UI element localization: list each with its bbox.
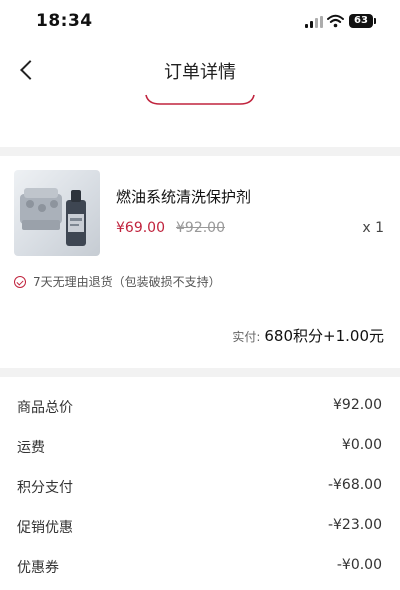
nav-bar: 订单详情 [0, 44, 400, 96]
section-divider [0, 147, 400, 156]
summary-row-shipping: 运费 ¥0.00 [0, 427, 400, 467]
summary-value: -¥68.00 [327, 477, 382, 493]
section-divider [0, 368, 400, 377]
paid-label: 实付: [232, 330, 261, 344]
header-arc-decoration [145, 94, 255, 105]
summary-row-coupon: 优惠券 -¥0.00 [0, 547, 400, 587]
summary-value: -¥23.00 [327, 517, 382, 533]
battery-icon: 63 [349, 14, 376, 28]
order-detail-page: 18:34 63 订单详情 燃油系统清洗保护剂 ¥69.00 ¥92.00 x … [0, 0, 400, 590]
product-name[interactable]: 燃油系统清洗保护剂 [116, 186, 251, 207]
summary-label: 商品总价 [17, 400, 73, 416]
quantity: x 1 [362, 220, 384, 236]
status-bar: 18:34 63 [0, 0, 400, 44]
summary-value: ¥92.00 [333, 397, 382, 413]
check-circle-icon [14, 276, 26, 288]
status-time: 18:34 [36, 11, 93, 31]
summary-value: ¥0.00 [341, 437, 382, 453]
engine-bottle-icon [20, 188, 86, 246]
summary-row-points: 积分支付 -¥68.00 [0, 467, 400, 507]
wifi-icon [327, 13, 344, 28]
summary-label: 优惠券 [17, 560, 59, 576]
page-title: 订单详情 [164, 62, 236, 83]
paid-amount: 实付: 680积分+1.00元 [232, 325, 384, 346]
summary-row-promotion: 促销优惠 -¥23.00 [0, 507, 400, 547]
summary-label: 运费 [17, 440, 45, 456]
price-original: ¥92.00 [176, 220, 225, 236]
summary-label: 促销优惠 [17, 520, 73, 536]
product-image[interactable] [14, 170, 100, 256]
signal-icon [305, 16, 323, 28]
summary-row-total: 商品总价 ¥92.00 [0, 387, 400, 427]
summary-value: -¥0.00 [336, 557, 382, 573]
summary-label: 积分支付 [17, 480, 73, 496]
return-policy-text: 7天无理由退货（包装破损不支持） [33, 275, 221, 289]
price-current: ¥69.00 [116, 220, 165, 236]
battery-level: 63 [354, 15, 368, 26]
paid-value: 680积分+1.00元 [264, 327, 384, 345]
